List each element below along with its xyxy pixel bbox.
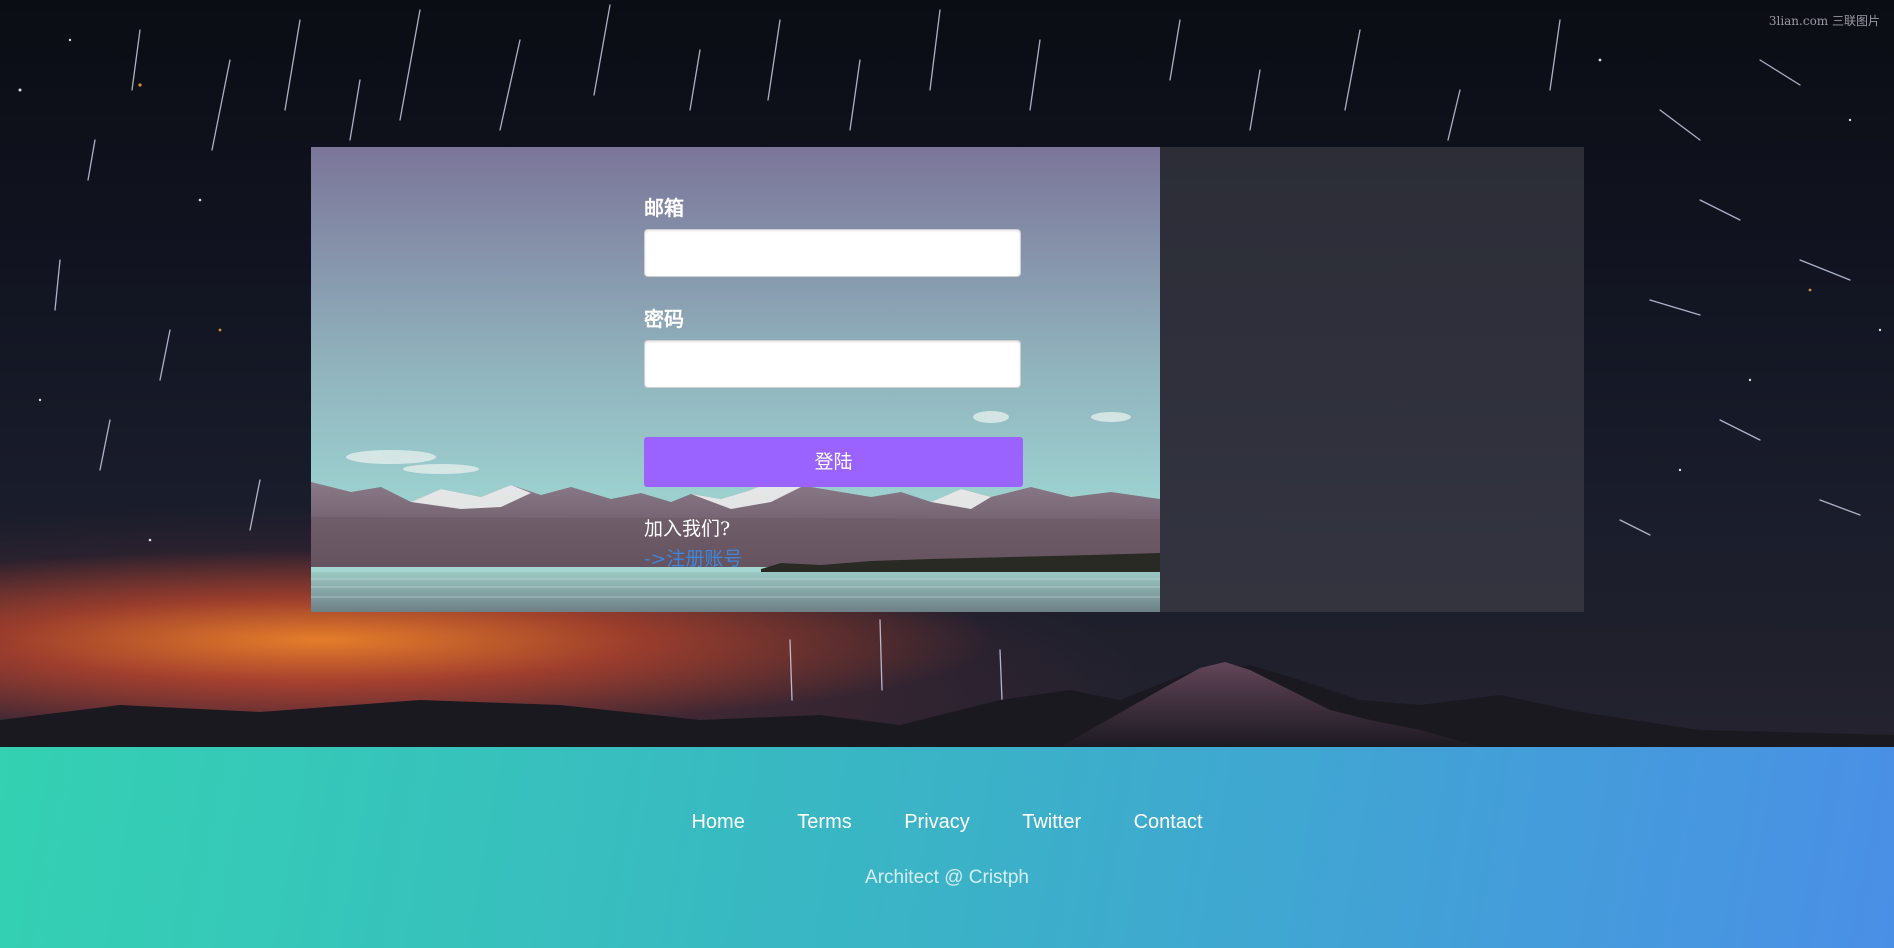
watermark: 3lian.com 三联图片 <box>1768 14 1880 28</box>
footer-link-home[interactable]: Home <box>691 811 744 834</box>
footer-nav: Home Terms Privacy Twitter Contact <box>0 811 1894 834</box>
email-field[interactable] <box>644 229 1021 277</box>
login-form-panel <box>1160 147 1584 612</box>
footer-link-terms[interactable]: Terms <box>797 811 851 834</box>
footer-link-privacy[interactable]: Privacy <box>904 811 970 834</box>
footer: Home Terms Privacy Twitter Contact Archi… <box>0 747 1894 948</box>
footer-credit: Architect @ Cristph <box>865 867 1029 888</box>
password-label: 密码 <box>644 307 684 331</box>
footer-link-contact[interactable]: Contact <box>1134 811 1203 834</box>
footer-link-twitter[interactable]: Twitter <box>1022 811 1081 834</box>
email-label: 邮箱 <box>644 196 684 220</box>
register-account-link[interactable]: ->注册账号 <box>644 544 742 571</box>
login-button[interactable]: 登陆 <box>644 437 1023 487</box>
join-us-text: 加入我们? <box>644 518 731 540</box>
password-field[interactable] <box>644 340 1021 388</box>
login-card: 邮箱 密码 登陆 加入我们? ->注册账号 <box>311 147 1584 612</box>
